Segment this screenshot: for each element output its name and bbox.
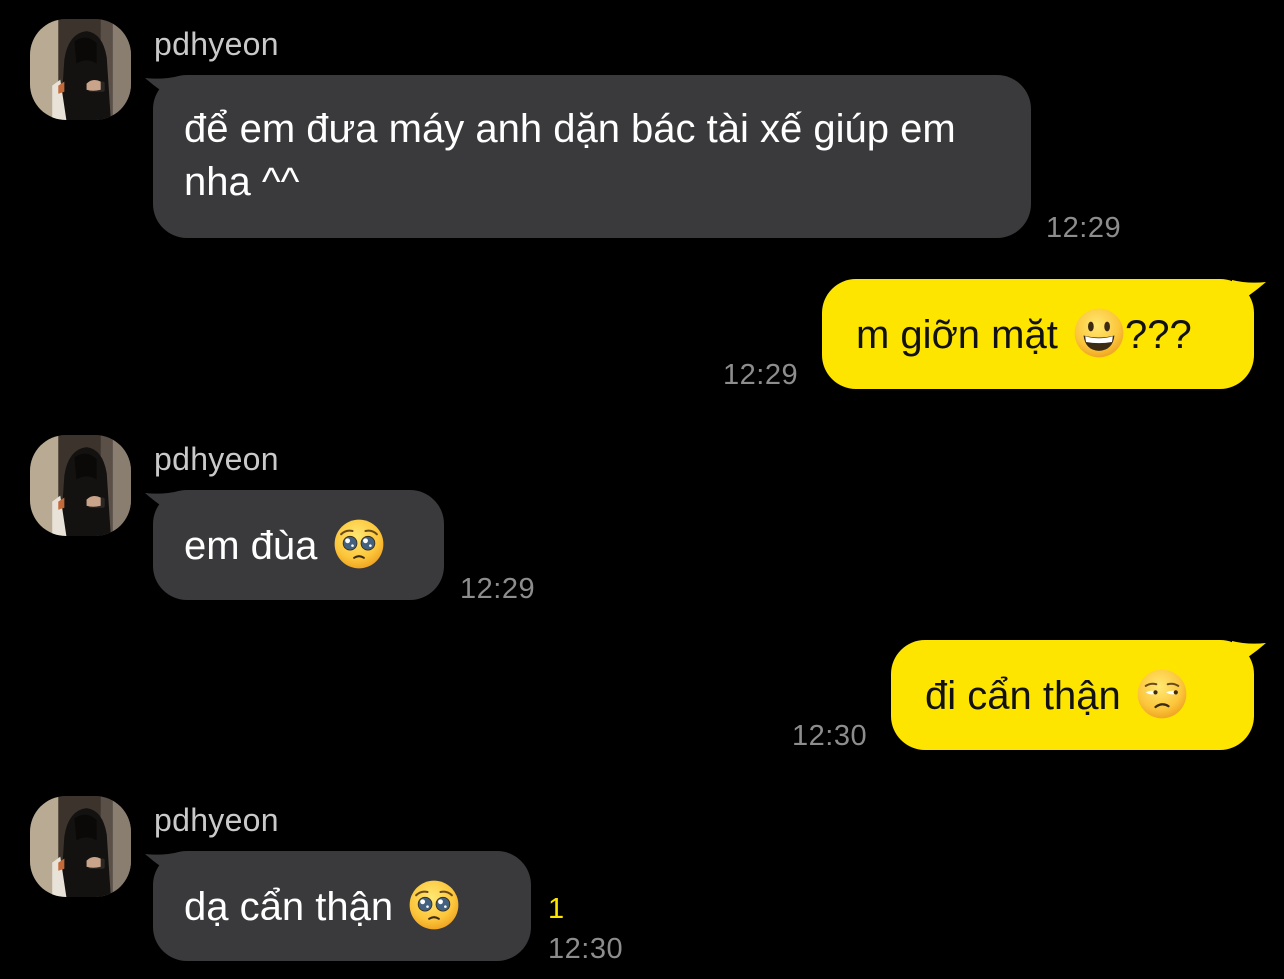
message-time: 12:29 [460, 573, 536, 605]
message-time: 12:29 [1046, 212, 1122, 244]
message-time: 12:30 [792, 720, 868, 752]
message-suffix: ??? [1124, 313, 1192, 357]
pleading-face-emoji [333, 518, 385, 570]
unread-count: 1 [548, 893, 565, 925]
grinning-face-emoji [1073, 307, 1125, 359]
message-bubble-incoming[interactable]: em đùa [153, 490, 444, 600]
message-text: dạ cẩn thận [184, 885, 394, 929]
sender-name: pdhyeon [154, 26, 279, 62]
avatar[interactable] [30, 435, 131, 536]
avatar[interactable] [30, 796, 131, 897]
sender-name: pdhyeon [154, 441, 279, 477]
message-time: 12:29 [723, 359, 799, 391]
message-time: 12:30 [548, 933, 624, 965]
message-text: để em đưa máy anh dặn bác tài xế giúp em… [184, 107, 956, 204]
sender-name: pdhyeon [154, 802, 279, 838]
message-bubble-incoming[interactable]: để em đưa máy anh dặn bác tài xế giúp em… [153, 75, 1031, 238]
message-text: đi cẩn thận [925, 674, 1121, 718]
message-bubble-outgoing[interactable]: m giỡn mặt ??? [822, 279, 1254, 389]
unamused-face-emoji [1136, 668, 1188, 720]
pleading-face-emoji [408, 879, 460, 931]
message-bubble-incoming[interactable]: dạ cẩn thận [153, 851, 531, 961]
message-text: em đùa [184, 524, 318, 568]
avatar[interactable] [30, 19, 131, 120]
message-text: m giỡn mặt [856, 313, 1058, 357]
message-bubble-outgoing[interactable]: đi cẩn thận [891, 640, 1254, 750]
